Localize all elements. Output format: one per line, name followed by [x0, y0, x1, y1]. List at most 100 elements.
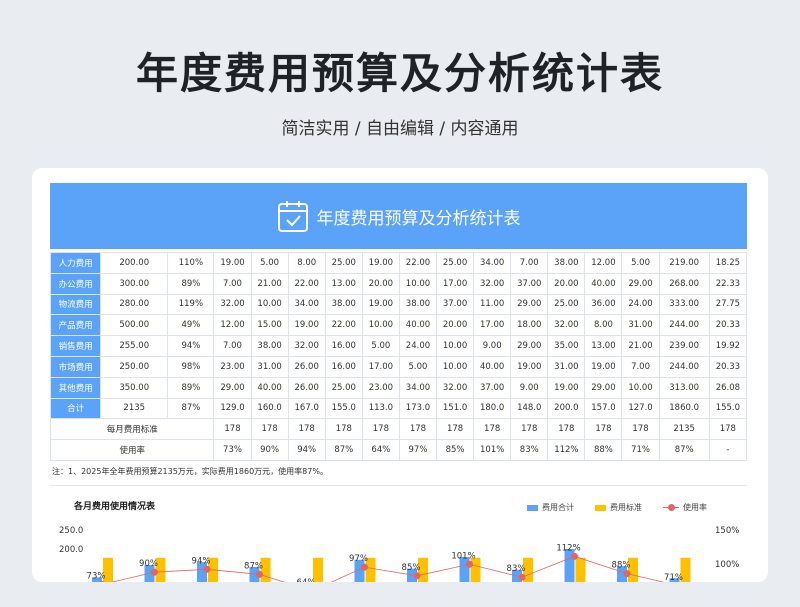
table-cell[interactable]: 21.00	[250, 272, 289, 295]
table-cell[interactable]: 1860.0	[658, 397, 710, 420]
table-cell[interactable]: 178	[398, 418, 438, 441]
table-cell[interactable]: 32.00	[213, 293, 252, 316]
table-cell[interactable]: 244.00	[658, 314, 710, 337]
table-cell[interactable]: 9.00	[473, 335, 512, 357]
table-cell[interactable]: 19.92	[708, 335, 748, 357]
table-cell[interactable]: 500.00	[100, 314, 169, 337]
table-cell[interactable]: 7.00	[213, 272, 252, 295]
table-cell[interactable]: 38.00	[398, 293, 438, 316]
row-category[interactable]: 人力费用	[49, 252, 102, 274]
table-cell[interactable]: 34.00	[287, 293, 326, 316]
table-cell[interactable]: 244.00	[658, 355, 710, 378]
table-cell[interactable]: 40.00	[250, 376, 289, 399]
table-cell[interactable]: 23.00	[213, 355, 252, 378]
table-cell[interactable]: 20.33	[708, 314, 748, 337]
table-cell[interactable]: 19.00	[361, 252, 400, 274]
table-cell[interactable]: 87%	[167, 397, 215, 420]
table-cell[interactable]: 160.0	[250, 397, 289, 420]
table-cell[interactable]: 151.0	[436, 397, 475, 420]
table-cell[interactable]: 40.00	[473, 355, 512, 378]
table-cell[interactable]: 32.00	[547, 314, 586, 337]
table-cell[interactable]: 94%	[167, 335, 215, 357]
table-cell[interactable]: 34.00	[473, 252, 512, 274]
table-cell[interactable]: 19.00	[361, 293, 400, 316]
table-cell[interactable]: 29.00	[584, 376, 623, 399]
table-cell[interactable]: 178	[621, 418, 660, 441]
table-cell[interactable]: 87%	[658, 439, 710, 461]
table-cell[interactable]: 19.00	[287, 314, 326, 337]
table-cell[interactable]: 37.00	[473, 376, 512, 399]
table-cell[interactable]: 38.00	[250, 335, 289, 357]
table-cell[interactable]: 87%	[324, 439, 363, 461]
table-cell[interactable]: 23.00	[361, 376, 400, 399]
table-cell[interactable]: 178	[708, 418, 748, 441]
table-cell[interactable]: 10.00	[250, 293, 289, 316]
table-cell[interactable]: 35.00	[547, 335, 586, 357]
table-cell[interactable]: 10.00	[436, 355, 475, 378]
table-cell[interactable]: 157.0	[584, 397, 623, 420]
table-cell[interactable]: 71%	[621, 439, 660, 461]
table-cell[interactable]: 36.00	[584, 293, 623, 316]
table-cell[interactable]: 31.00	[621, 314, 660, 337]
table-cell[interactable]: 10.00	[398, 272, 438, 295]
row-category[interactable]: 物流费用	[49, 293, 102, 316]
table-cell[interactable]: 8.00	[287, 252, 326, 274]
table-cell[interactable]: 19.00	[547, 376, 586, 399]
table-cell[interactable]: 219.00	[658, 252, 710, 274]
table-cell[interactable]: 32.00	[287, 335, 326, 357]
table-cell[interactable]: 11.00	[473, 293, 512, 316]
table-cell[interactable]: 26.08	[708, 376, 748, 399]
table-cell[interactable]: 20.00	[436, 314, 475, 337]
table-cell[interactable]: 9.00	[510, 376, 549, 399]
table-cell[interactable]: 40.00	[584, 272, 623, 295]
table-cell[interactable]: 31.00	[547, 355, 586, 378]
table-cell[interactable]: 37.00	[510, 272, 549, 295]
table-cell[interactable]: 13.00	[584, 335, 623, 357]
table-cell[interactable]: 113.0	[361, 397, 400, 420]
table-cell[interactable]: 29.00	[621, 272, 660, 295]
table-cell[interactable]: 178	[510, 418, 549, 441]
table-cell[interactable]: 178	[213, 418, 252, 441]
table-cell[interactable]: 333.00	[658, 293, 710, 316]
table-cell[interactable]: 129.0	[213, 397, 252, 420]
table-cell[interactable]: 26.00	[287, 355, 326, 378]
table-cell[interactable]: 38.00	[547, 252, 586, 274]
table-cell[interactable]: 2135	[658, 418, 710, 441]
table-cell[interactable]: 26.00	[287, 376, 326, 399]
row-category[interactable]: 办公费用	[49, 272, 102, 295]
table-cell[interactable]: 127.0	[621, 397, 660, 420]
table-cell[interactable]: 40.00	[398, 314, 438, 337]
table-cell[interactable]: 24.00	[621, 293, 660, 316]
table-cell[interactable]: 7.00	[621, 355, 660, 378]
table-cell[interactable]: 22.00	[398, 252, 438, 274]
table-cell[interactable]: 17.00	[361, 355, 400, 378]
row-category[interactable]: 其他费用	[49, 376, 102, 399]
table-cell[interactable]: 10.00	[621, 376, 660, 399]
table-cell[interactable]: 178	[547, 418, 586, 441]
table-cell[interactable]: 5.00	[621, 252, 660, 274]
table-cell[interactable]: 31.00	[250, 355, 289, 378]
table-cell[interactable]: 18.25	[708, 252, 748, 274]
table-cell[interactable]: 22.33	[708, 272, 748, 295]
table-cell[interactable]: 155.0	[708, 397, 748, 420]
table-cell[interactable]: 20.00	[547, 272, 586, 295]
table-cell[interactable]: 119%	[167, 293, 215, 316]
table-cell[interactable]: 180.0	[473, 397, 512, 420]
table-cell[interactable]: 7.00	[510, 252, 549, 274]
table-cell[interactable]: 10.00	[361, 314, 400, 337]
table-cell[interactable]: 88%	[584, 439, 623, 461]
table-cell[interactable]: 17.00	[436, 272, 475, 295]
table-cell[interactable]: 98%	[167, 355, 215, 378]
table-cell[interactable]: 27.75	[708, 293, 748, 316]
table-cell[interactable]: 90%	[250, 439, 289, 461]
table-cell[interactable]: 112%	[547, 439, 586, 461]
table-cell[interactable]: 49%	[167, 314, 215, 337]
table-cell[interactable]: 34.00	[398, 376, 438, 399]
table-cell[interactable]: 19.00	[584, 355, 623, 378]
table-cell[interactable]: 22.00	[324, 314, 363, 337]
table-cell[interactable]: 85%	[436, 439, 475, 461]
table-cell[interactable]: 8.00	[584, 314, 623, 337]
table-cell[interactable]: 7.00	[213, 335, 252, 357]
table-cell[interactable]: 29.00	[510, 293, 549, 316]
table-cell[interactable]: 12.00	[213, 314, 252, 337]
